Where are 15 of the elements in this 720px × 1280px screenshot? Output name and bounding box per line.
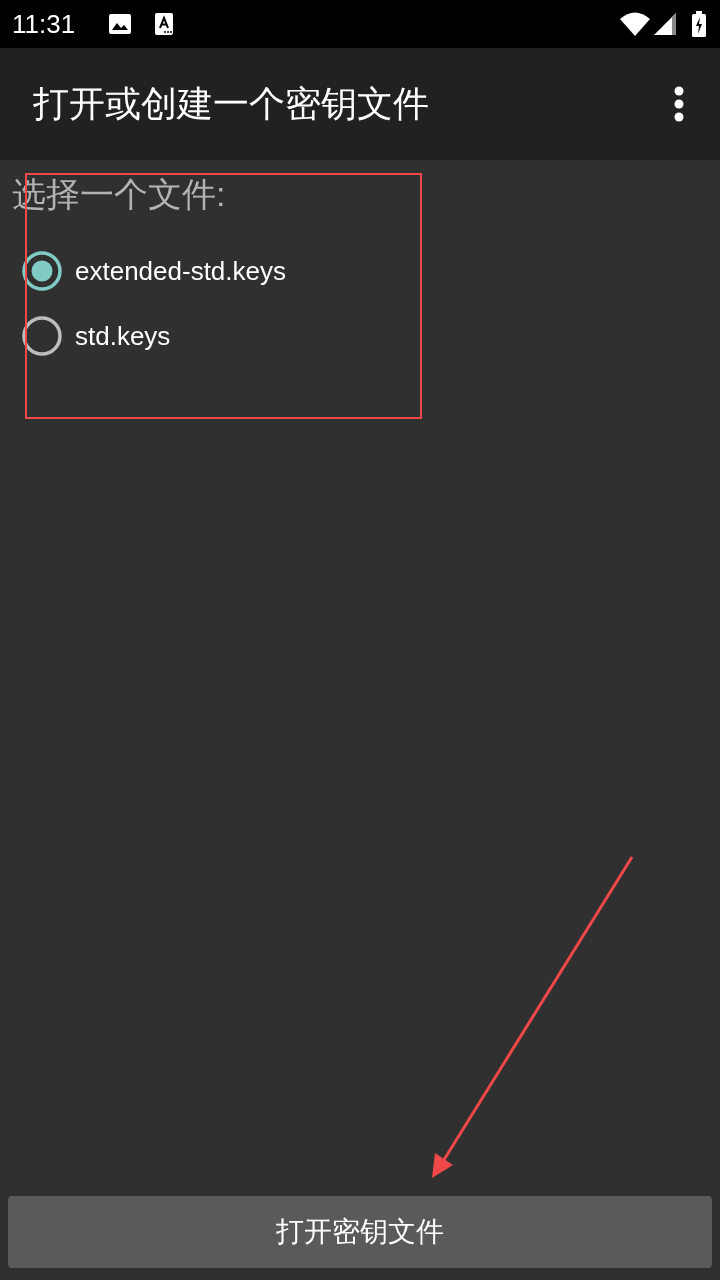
app-bar-title: 打开或创建一个密钥文件	[33, 86, 429, 122]
signal-icon	[654, 13, 676, 35]
open-key-file-button[interactable]: 打开密钥文件	[8, 1196, 712, 1268]
file-name-label: std.keys	[75, 322, 171, 349]
file-radio-option[interactable]: std.keys	[0, 303, 183, 368]
radio-button-icon[interactable]	[22, 315, 62, 356]
radio-button-icon[interactable]	[22, 250, 62, 291]
status-time: 11:31	[12, 11, 76, 37]
image-icon	[109, 14, 132, 34]
text-tile-icon	[155, 13, 174, 35]
more-options-icon[interactable]	[674, 86, 684, 122]
file-radio-option[interactable]: extended-std.keys	[0, 238, 298, 303]
wifi-icon	[620, 12, 650, 36]
file-name-label: extended-std.keys	[75, 257, 286, 284]
battery-icon	[692, 11, 706, 37]
